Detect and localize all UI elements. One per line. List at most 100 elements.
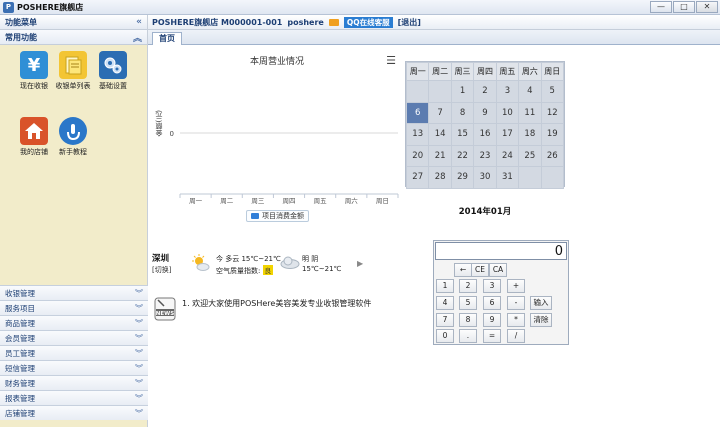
- calc-key-minus[interactable]: -: [507, 296, 525, 310]
- sidebar-item-finance-management[interactable]: 财务管理 ︾: [0, 375, 148, 390]
- calendar-week-row: 13 14 15 16 17 18 19: [405, 123, 565, 146]
- chart-legend[interactable]: 项目消费金额: [246, 210, 309, 222]
- sidebar-item-service-items[interactable]: 服务项目 ︾: [0, 300, 148, 315]
- calc-key-1[interactable]: 1: [436, 279, 454, 293]
- calc-key-ca[interactable]: CA: [489, 263, 507, 277]
- tab-home[interactable]: 首页: [152, 32, 182, 45]
- calc-input-button[interactable]: 输入: [530, 296, 552, 310]
- calendar-day[interactable]: 21: [428, 144, 452, 167]
- chart-x-tick-label: 周五: [314, 197, 328, 205]
- calendar-day[interactable]: 25: [518, 144, 542, 167]
- house-icon: [20, 117, 48, 145]
- calc-key-7[interactable]: 7: [436, 313, 454, 327]
- calendar-day[interactable]: 3: [495, 80, 520, 103]
- news-item[interactable]: 1. 欢迎大家使用POSHere美容美发专业收银管理软件: [182, 298, 371, 309]
- calendar-day[interactable]: 24: [495, 144, 520, 167]
- calendar-day[interactable]: 16: [473, 123, 497, 146]
- calendar-day[interactable]: 18: [518, 123, 542, 146]
- chevron-double-left-icon[interactable]: «: [136, 17, 142, 27]
- calendar-day[interactable]: 26: [540, 144, 565, 167]
- sidebar-item-product-management[interactable]: 商品管理 ︾: [0, 315, 148, 330]
- calc-key-plus[interactable]: +: [507, 279, 525, 293]
- weather-switch-link[interactable]: [切换]: [152, 265, 171, 275]
- calendar-day[interactable]: 30: [473, 166, 497, 189]
- sidebar-item-label: 短信管理: [5, 363, 35, 373]
- calendar-day[interactable]: 17: [495, 123, 520, 146]
- qq-support-button[interactable]: QQ在线客服: [343, 16, 393, 28]
- mail-icon[interactable]: [328, 18, 339, 26]
- calendar-day[interactable]: 1: [450, 80, 475, 103]
- calendar-weekday: 周五: [495, 62, 520, 81]
- calendar-day[interactable]: 12: [540, 101, 565, 124]
- calendar-day[interactable]: 2: [473, 80, 497, 103]
- weather-tomorrow: 明 阴: [302, 255, 319, 263]
- calc-key-dot[interactable]: .: [459, 329, 477, 343]
- calc-key-6[interactable]: 6: [483, 296, 501, 310]
- calc-clear-button[interactable]: 清除: [530, 313, 552, 327]
- calendar-day[interactable]: 14: [428, 123, 452, 146]
- calendar-day[interactable]: 20: [405, 144, 430, 167]
- calc-key-backspace[interactable]: ←: [454, 263, 472, 277]
- calendar-day[interactable]: 23: [473, 144, 497, 167]
- calendar-day[interactable]: 13: [405, 123, 430, 146]
- sidebar-item-cashier-management[interactable]: 收银管理 ︾: [0, 285, 148, 300]
- calc-key-divide[interactable]: /: [507, 329, 525, 343]
- sidebar-item-member-management[interactable]: 会员管理 ︾: [0, 330, 148, 345]
- calc-key-4[interactable]: 4: [436, 296, 454, 310]
- calendar-day[interactable]: 22: [450, 144, 475, 167]
- calc-key-0[interactable]: 0: [436, 329, 454, 343]
- calendar-day[interactable]: 19: [540, 123, 565, 146]
- sidebar-item-label: 会员管理: [5, 333, 35, 343]
- calendar-day[interactable]: 15: [450, 123, 475, 146]
- sidebar-item-label: 财务管理: [5, 378, 35, 388]
- calendar-day[interactable]: 4: [518, 80, 542, 103]
- sidebar-item-staff-management[interactable]: 员工管理 ︾: [0, 345, 148, 360]
- chart-x-tick-label: 周六: [345, 196, 359, 205]
- legend-label: 项目消费金额: [262, 212, 304, 220]
- calendar-day[interactable]: 8: [450, 101, 475, 124]
- calendar-day[interactable]: 7: [428, 101, 452, 124]
- calc-key-multiply[interactable]: *: [507, 313, 525, 327]
- touch-icon: [59, 117, 87, 145]
- shortcut-tutorial[interactable]: 新手教程: [53, 117, 93, 157]
- sidebar-item-label: 报表管理: [5, 393, 35, 403]
- common-functions-header[interactable]: 常用功能 ︽: [0, 30, 147, 45]
- chevron-double-down-icon: ︾: [135, 288, 143, 298]
- chevron-double-up-icon[interactable]: ︽: [133, 31, 142, 44]
- sidebar-item-sms-management[interactable]: 短信管理 ︾: [0, 360, 148, 375]
- calendar-weekday: 周一: [405, 62, 430, 81]
- shortcut-cashier[interactable]: ¥ 现在收银: [14, 51, 54, 91]
- shortcut-settings[interactable]: 基础设置: [93, 51, 133, 91]
- air-quality: 空气质量指数: 良: [216, 265, 274, 276]
- calc-key-2[interactable]: 2: [459, 279, 477, 293]
- sidebar-item-report-management[interactable]: 报表管理 ︾: [0, 390, 148, 405]
- shortcut-my-store[interactable]: 我的店铺: [14, 117, 54, 157]
- calendar-day[interactable]: 5: [540, 80, 565, 103]
- chart-plot: 0 周一 周二 周三 周四 周五 周六 周日: [170, 130, 399, 205]
- calc-key-8[interactable]: 8: [459, 313, 477, 327]
- logout-link[interactable]: [退出]: [398, 17, 421, 28]
- calendar-day[interactable]: 6: [405, 101, 430, 124]
- sidebar-item-store-management[interactable]: 店铺管理 ︾: [0, 405, 148, 420]
- calendar-day[interactable]: 28: [428, 166, 452, 189]
- weather-today: 今 多云 15℃~21℃: [216, 255, 281, 263]
- yen-icon: ¥: [20, 51, 48, 79]
- maximize-button[interactable]: □: [673, 1, 695, 13]
- calendar-day[interactable]: 31: [495, 166, 520, 189]
- calc-key-equals[interactable]: =: [483, 329, 501, 343]
- minimize-button[interactable]: —: [650, 1, 672, 13]
- calendar-week-row: 12345: [405, 80, 565, 103]
- shortcut-receipt-list[interactable]: 收银单列表: [53, 51, 93, 91]
- calendar-day[interactable]: 29: [450, 166, 475, 189]
- close-button[interactable]: ✕: [696, 1, 718, 13]
- weather-next-arrow-icon[interactable]: ▶: [357, 259, 363, 268]
- calc-key-ce[interactable]: CE: [471, 263, 489, 277]
- calc-key-5[interactable]: 5: [459, 296, 477, 310]
- calendar-day[interactable]: 9: [473, 101, 497, 124]
- calc-key-3[interactable]: 3: [483, 279, 501, 293]
- calc-key-9[interactable]: 9: [483, 313, 501, 327]
- calendar-day[interactable]: 10: [495, 101, 520, 124]
- calendar-day[interactable]: 27: [405, 166, 430, 189]
- store-info-bar: POSHERE旗舰店 M000001-001 poshere QQ在线客服 [退…: [148, 15, 720, 30]
- calendar-day[interactable]: 11: [518, 101, 542, 124]
